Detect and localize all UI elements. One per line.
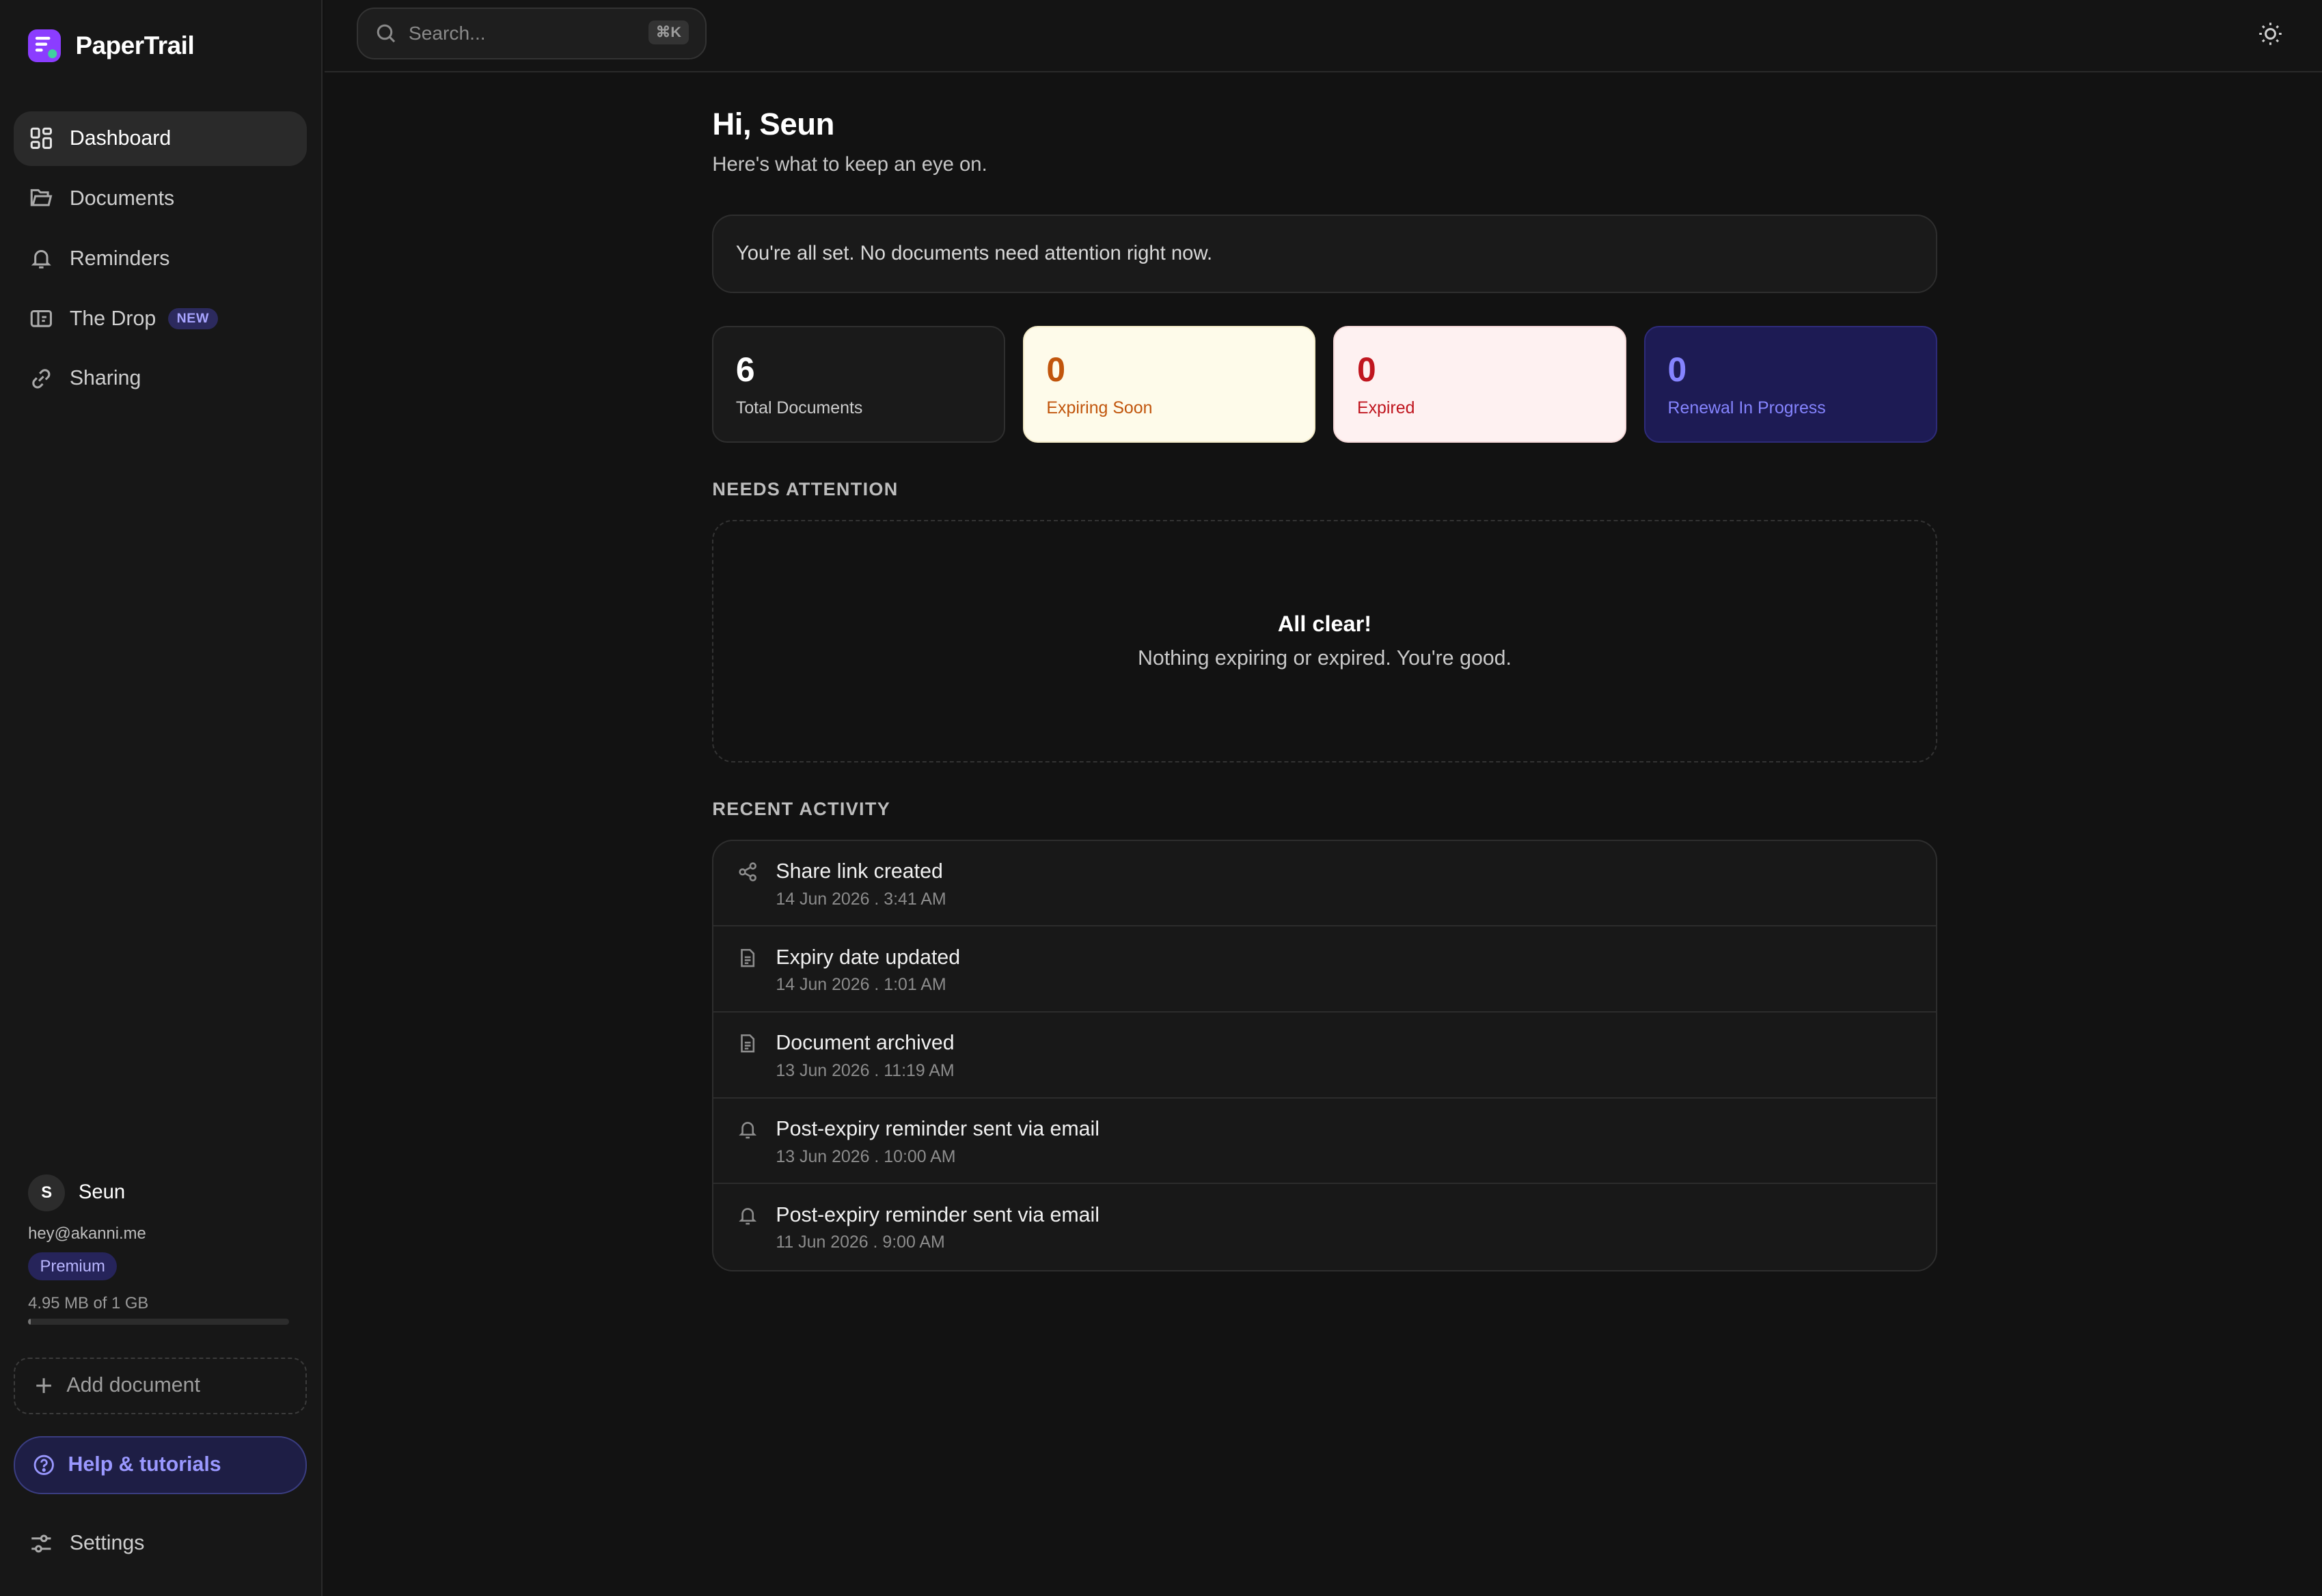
sidebar-item-sharing[interactable]: Sharing xyxy=(14,351,307,406)
recent-activity-list: Share link created 14 Jun 2026 . 3:41 AM… xyxy=(712,839,1937,1272)
page-title: Hi, Seun xyxy=(712,107,834,142)
search-shortcut: ⌘K xyxy=(648,20,689,44)
search-input[interactable]: Search... ⌘K xyxy=(357,7,707,59)
stat-expired[interactable]: 0 Expired xyxy=(1333,325,1627,443)
user-panel: S Seun hey@akanni.me Premium 4.95 MB of … xyxy=(28,1174,295,1325)
list-item[interactable]: Document archived 13 Jun 2026 . 11:19 AM xyxy=(713,1013,1936,1099)
storage-usage: 4.95 MB of 1 GB xyxy=(28,1293,149,1312)
stat-renewal-in-progress[interactable]: 0 Renewal In Progress xyxy=(1644,325,1937,443)
app-name: PaperTrail xyxy=(75,31,195,60)
activity-title: Expiry date updated xyxy=(776,946,961,969)
status-banner: You're all set. No documents need attent… xyxy=(712,215,1937,294)
plus-icon xyxy=(36,1378,51,1394)
needs-attention-heading: NEEDS ATTENTION xyxy=(712,478,899,499)
activity-time: 14 Jun 2026 . 3:41 AM xyxy=(776,889,946,909)
stats-row: 6 Total Documents 0 Expiring Soon 0 Expi… xyxy=(712,325,1937,443)
stat-label: Renewal In Progress xyxy=(1667,398,1826,417)
help-label: Help & tutorials xyxy=(68,1453,221,1476)
topbar: Search... ⌘K xyxy=(324,0,2322,73)
document-icon xyxy=(741,948,755,967)
list-item[interactable]: Expiry date updated 14 Jun 2026 . 1:01 A… xyxy=(713,926,1936,1013)
sidebar-item-label: Dashboard xyxy=(69,126,172,150)
sidebar-item-dashboard[interactable]: Dashboard xyxy=(13,111,307,166)
activity-title: Post-expiry reminder sent via email xyxy=(776,1117,1100,1140)
status-banner-text: You're all set. No documents need attent… xyxy=(735,243,1213,265)
stat-value: 6 xyxy=(735,350,755,389)
activity-title: Share link created xyxy=(776,859,943,883)
settings-sliders-icon xyxy=(31,1535,51,1553)
document-icon xyxy=(741,1034,755,1053)
avatar[interactable]: S xyxy=(28,1174,66,1211)
sidebar-item-label: Reminders xyxy=(69,247,170,270)
list-item[interactable]: Post-expiry reminder sent via email 11 J… xyxy=(713,1184,1935,1270)
stat-label: Total Documents xyxy=(735,398,863,417)
link-icon xyxy=(32,369,51,389)
add-document-button[interactable]: Add document xyxy=(13,1358,307,1414)
activity-time: 13 Jun 2026 . 11:19 AM xyxy=(776,1060,955,1080)
activity-time: 14 Jun 2026 . 1:01 AM xyxy=(776,975,946,995)
sidebar-item-label: The Drop xyxy=(69,307,156,330)
sun-icon[interactable] xyxy=(2257,20,2284,47)
recent-activity-heading: RECENT ACTIVITY xyxy=(712,798,891,820)
bell-icon xyxy=(739,1122,757,1139)
bell-icon xyxy=(31,250,52,269)
drop-icon xyxy=(31,310,53,327)
sidebar-item-documents[interactable]: Documents xyxy=(14,171,307,226)
stat-value: 0 xyxy=(1667,350,1687,389)
storage-bar-fill xyxy=(28,1319,31,1325)
activity-title: Post-expiry reminder sent via email xyxy=(776,1203,1100,1226)
help-circle-icon xyxy=(33,1455,54,1475)
help-tutorials-button[interactable]: Help & tutorials xyxy=(13,1436,307,1494)
sidebar-item-reminders[interactable]: Reminders xyxy=(14,231,307,286)
settings-button[interactable]: Settings xyxy=(14,1516,307,1571)
storage-bar xyxy=(28,1319,289,1325)
stat-label: Expired xyxy=(1356,398,1415,417)
stat-value: 0 xyxy=(1356,350,1376,389)
dashboard-icon xyxy=(31,128,53,150)
search-placeholder: Search... xyxy=(408,22,486,44)
settings-label: Settings xyxy=(69,1532,145,1555)
sidebar-item-the-drop[interactable]: The Drop NEW xyxy=(14,291,307,346)
stat-value: 0 xyxy=(1046,350,1066,389)
page-subtitle: Here's what to keep an eye on. xyxy=(712,154,987,176)
brand[interactable]: PaperTrail xyxy=(28,29,195,62)
papertrail-logo-icon xyxy=(28,29,61,62)
stat-total-documents[interactable]: 6 Total Documents xyxy=(712,325,1005,443)
stat-expiring-soon[interactable]: 0 Expiring Soon xyxy=(1022,325,1316,443)
user-name: Seun xyxy=(78,1181,126,1204)
main-content: Hi, Seun Here's what to keep an eye on. … xyxy=(712,107,1937,1272)
share-icon xyxy=(739,862,756,882)
stat-label: Expiring Soon xyxy=(1046,398,1153,417)
sidebar-item-label: Documents xyxy=(69,187,175,210)
sidebar-nav: Dashboard Documents Reminders The Drop N… xyxy=(13,111,307,412)
list-item[interactable]: Share link created 14 Jun 2026 . 3:41 AM xyxy=(713,841,1936,927)
empty-state-title: All clear! xyxy=(1277,611,1372,636)
sidebar: PaperTrail Dashboard Documents Reminders xyxy=(0,0,323,1596)
list-item[interactable]: Post-expiry reminder sent via email 13 J… xyxy=(713,1099,1936,1185)
activity-time: 13 Jun 2026 . 10:00 AM xyxy=(776,1146,956,1166)
user-email: hey@akanni.me xyxy=(28,1224,146,1243)
needs-attention-empty-state: All clear! Nothing expiring or expired. … xyxy=(712,519,1937,763)
new-badge: NEW xyxy=(167,307,219,330)
sidebar-item-label: Sharing xyxy=(69,367,141,390)
search-icon xyxy=(377,24,396,42)
activity-title: Document archived xyxy=(776,1032,955,1055)
empty-state-subtitle: Nothing expiring or expired. You're good… xyxy=(1137,646,1512,670)
plan-badge: Premium xyxy=(28,1252,118,1281)
folder-icon xyxy=(31,189,53,206)
activity-time: 11 Jun 2026 . 9:00 AM xyxy=(776,1233,945,1252)
bell-icon xyxy=(739,1207,757,1225)
add-document-label: Add document xyxy=(66,1374,200,1397)
